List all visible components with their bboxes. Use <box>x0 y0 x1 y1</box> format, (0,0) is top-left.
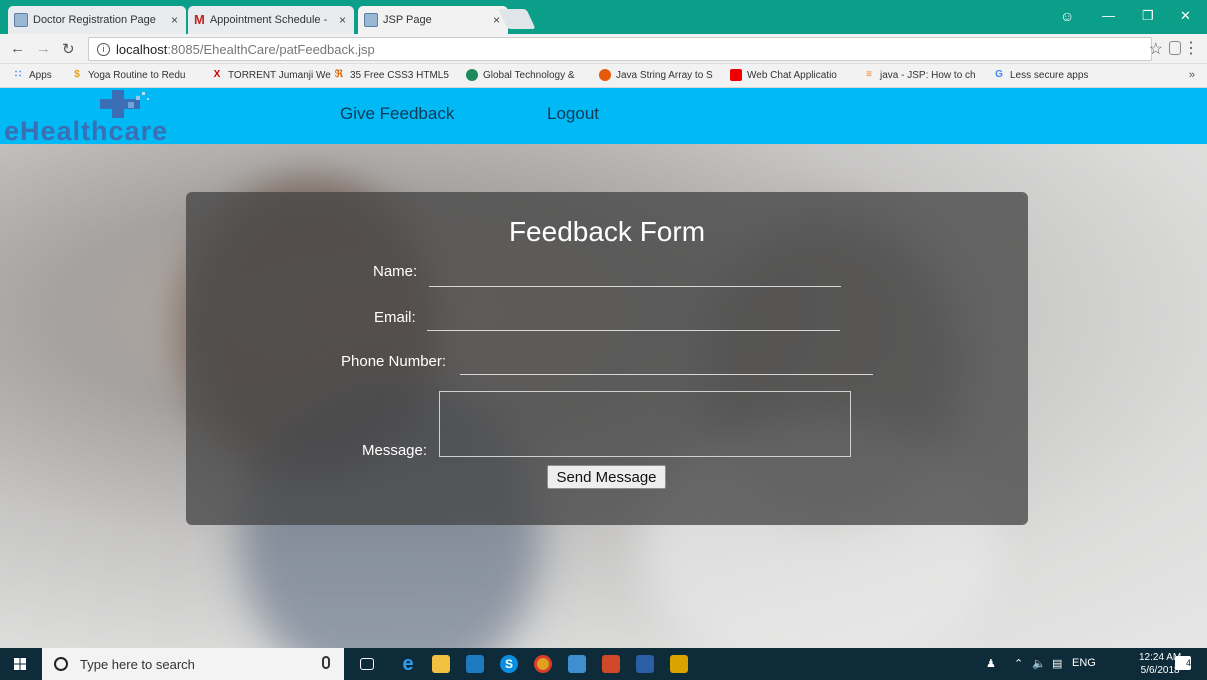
info-icon[interactable]: i <box>97 42 110 56</box>
stackoverflow-icon: ≡ <box>866 69 872 80</box>
torrent-icon: X <box>213 69 221 80</box>
network-icon[interactable]: ▤ <box>1052 657 1062 670</box>
medical-cross-logo-icon <box>100 90 149 118</box>
show-hidden-icons-chevron-icon[interactable]: ⌃ <box>1014 657 1023 670</box>
phone-number-field[interactable] <box>460 351 873 375</box>
bookmark-label: java - JSP: How to ch <box>880 69 976 81</box>
search-placeholder: Type here to search <box>80 656 195 672</box>
back-arrow-icon[interactable]: ← <box>10 40 25 57</box>
close-icon[interactable]: × <box>493 13 500 27</box>
bookmark-label: Web Chat Applicatio <box>747 69 837 81</box>
office-icon[interactable] <box>602 655 620 673</box>
page-viewport: eHealthcare Give Feedback Logout Feedbac… <box>0 88 1207 648</box>
yoga-icon: $ <box>74 69 80 80</box>
volume-icon[interactable]: 🔈 <box>1032 657 1046 670</box>
phone-number-label: Phone Number: <box>341 353 447 370</box>
chrome-icon[interactable] <box>534 655 552 673</box>
bookmark-label: Yoga Routine to Redu <box>88 69 186 81</box>
bookmark-web-chat[interactable]: Web Chat Applicatio <box>730 69 837 81</box>
bookmark-apps[interactable]: ∷ Apps <box>12 69 52 81</box>
email-field[interactable] <box>427 307 840 331</box>
bookmark-label: Apps <box>29 69 52 81</box>
tab-title: Appointment Schedule - <box>209 14 328 26</box>
doc-favicon-icon <box>14 13 28 27</box>
tab-jsp-page[interactable]: JSP Page × <box>358 6 508 34</box>
bookmark-label: TORRENT Jumanji We <box>228 69 331 81</box>
file-explorer-icon[interactable] <box>432 655 450 673</box>
word-icon[interactable] <box>636 655 654 673</box>
bookmark-java-jsp[interactable]: ≡ java - JSP: How to ch <box>863 69 976 81</box>
feedback-form: Feedback Form Name: Email: Phone Number:… <box>186 192 1028 525</box>
youtube-icon <box>730 69 742 81</box>
site-logo-text[interactable]: eHealthcare <box>4 116 168 147</box>
edge-browser-icon[interactable]: e <box>399 654 417 674</box>
microphone-icon[interactable] <box>322 656 330 669</box>
bookmark-label: Less secure apps <box>1010 69 1089 81</box>
address-bar[interactable]: i localhost:8085/EhealthCare/patFeedback… <box>88 37 1152 61</box>
bookmark-label: Java String Array to S <box>616 69 713 81</box>
bookmark-java-string[interactable]: Java String Array to S <box>599 69 713 81</box>
window-close-icon[interactable]: ✕ <box>1180 8 1191 24</box>
bookmark-torrent[interactable]: X TORRENT Jumanji We <box>211 69 331 81</box>
forward-arrow-icon[interactable]: → <box>36 40 51 57</box>
more-bookmarks-icon[interactable]: » <box>1189 69 1195 81</box>
minimize-icon[interactable]: — <box>1102 8 1115 23</box>
tab-doctor-registration[interactable]: Doctor Registration Page × <box>8 6 186 34</box>
store-icon[interactable] <box>466 655 484 673</box>
people-icon[interactable]: ♟ <box>986 657 996 670</box>
browser-toolbar: ← → ↻ i localhost:8085/EhealthCare/patFe… <box>0 34 1207 64</box>
cortana-icon <box>54 657 68 671</box>
language-indicator[interactable]: ENG <box>1072 657 1096 669</box>
bookmark-less-secure-apps[interactable]: G Less secure apps <box>993 69 1088 81</box>
bookmark-global-technology[interactable]: Global Technology & <box>466 69 575 81</box>
tab-appointment-schedule[interactable]: M Appointment Schedule - × <box>188 6 354 34</box>
form-title: Feedback Form <box>508 216 706 247</box>
browser-menu-icon[interactable]: ⋮ <box>1183 38 1199 58</box>
send-message-button[interactable]: Send Message <box>547 465 666 489</box>
windows-taskbar: Type here to search e S ♟ ⌃ 🔈 ▤ ENG 12:2… <box>0 648 1207 680</box>
bookmark-label: 35 Free CSS3 HTML5 <box>350 69 449 81</box>
task-view-icon[interactable] <box>360 658 374 670</box>
tab-title: Doctor Registration Page <box>33 14 156 26</box>
url-host: localhost <box>116 41 168 57</box>
browser-tab-strip: Doctor Registration Page × M Appointment… <box>0 0 1207 34</box>
url-path: :8085/EhealthCare/patFeedback.jsp <box>167 41 375 57</box>
bookmark-star-icon[interactable]: ☆ <box>1149 39 1163 59</box>
site-header: eHealthcare Give Feedback Logout <box>0 88 1207 147</box>
profile-icon[interactable]: ☺ <box>1060 8 1074 24</box>
bookmark-label: Global Technology & <box>483 69 575 81</box>
skype-icon[interactable]: S <box>500 655 518 673</box>
name-label: Name: <box>373 263 418 280</box>
3d-box-icon[interactable] <box>568 655 586 673</box>
email-label: Email: <box>374 309 416 326</box>
restore-icon[interactable]: ❐ <box>1142 8 1154 24</box>
windows-start-icon[interactable] <box>14 658 26 670</box>
name-field[interactable] <box>429 263 841 287</box>
bookmark-yoga[interactable]: $ Yoga Routine to Redu <box>71 69 186 81</box>
message-label: Message: <box>362 442 428 459</box>
gmail-icon: M <box>194 12 205 27</box>
close-icon[interactable]: × <box>339 13 346 27</box>
nav-logout-link[interactable]: Logout <box>547 104 599 124</box>
message-textarea[interactable] <box>439 391 851 457</box>
close-icon[interactable]: × <box>171 13 178 27</box>
bookmark-css3[interactable]: ℜ 35 Free CSS3 HTML5 <box>333 69 449 81</box>
action-center-notifications-icon[interactable]: 4 <box>1175 656 1191 670</box>
taskbar-search-box[interactable]: Type here to search <box>42 648 344 680</box>
css3-icon: ℜ <box>334 69 344 80</box>
extension-icon[interactable] <box>1169 41 1181 55</box>
doc-favicon-icon <box>364 13 378 27</box>
reload-icon[interactable]: ↻ <box>62 40 75 58</box>
nav-give-feedback-link[interactable]: Give Feedback <box>340 104 454 124</box>
tab-title: JSP Page <box>383 14 432 26</box>
globe-icon <box>466 69 478 81</box>
bookmarks-bar: ∷ Apps $ Yoga Routine to Redu X TORRENT … <box>0 64 1207 88</box>
apps-grid-icon: ∷ <box>14 69 22 80</box>
tools-icon[interactable] <box>670 655 688 673</box>
google-icon: G <box>995 69 1003 80</box>
java-icon <box>599 69 611 81</box>
